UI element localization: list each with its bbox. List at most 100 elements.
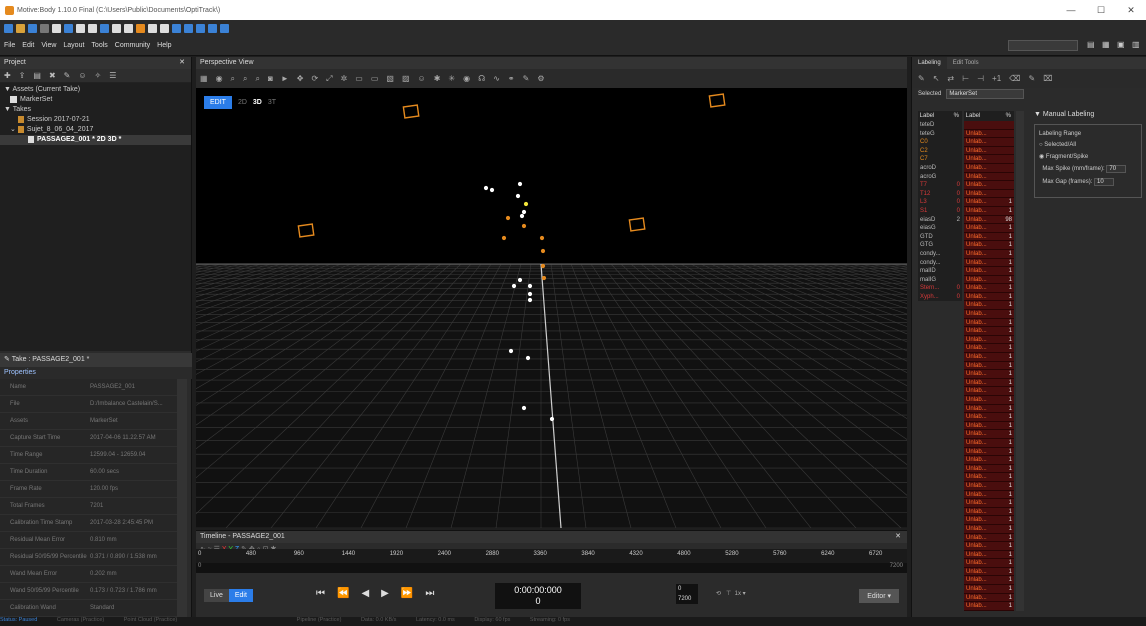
global-icon[interactable]: ▭	[371, 74, 379, 83]
zoom-out-icon[interactable]: ⌕	[256, 74, 260, 84]
link-icon[interactable]: ⚭	[508, 74, 515, 83]
menu-view[interactable]: View	[41, 42, 56, 49]
eraser-icon[interactable]: ⌫	[1009, 74, 1020, 83]
2d-mode-button[interactable]: 2D	[238, 99, 247, 106]
unlabeled-row[interactable]: Unlab... 1	[964, 456, 1014, 465]
visibility-icon[interactable]: ◉	[463, 74, 470, 83]
menu-layout[interactable]: Layout	[63, 42, 84, 49]
clear-icon[interactable]: ⌧	[1043, 74, 1052, 83]
brush-icon[interactable]: ✎	[523, 74, 530, 83]
folder-icon[interactable]: ▤	[33, 71, 41, 80]
3d-viewport[interactable]: EDIT 2D 3D 3T	[196, 88, 907, 528]
align-left-icon[interactable]: ⊢	[962, 74, 969, 83]
unlabeled-row[interactable]: Unlab...	[964, 129, 1014, 139]
unlabeled-row[interactable]: Unlab... 98	[964, 215, 1014, 225]
label-row[interactable]: malID	[918, 267, 962, 276]
layout-icon[interactable]	[160, 23, 169, 33]
label-row[interactable]: GTG	[918, 241, 962, 250]
view5-icon[interactable]	[220, 23, 229, 33]
unlabeled-row[interactable]: Unlab...	[964, 172, 1014, 182]
unlabeled-row[interactable]: Unlab... 1	[964, 284, 1014, 293]
close-icon[interactable]: ✕	[179, 57, 185, 69]
pen-icon[interactable]: ✎	[64, 71, 71, 80]
close-icon[interactable]: ✕	[1116, 0, 1146, 20]
unlabeled-row[interactable]: Unlab... 1	[964, 344, 1014, 354]
save-icon[interactable]	[28, 23, 37, 33]
unlabeled-row[interactable]: Unlab... 1	[964, 473, 1014, 482]
unlabeled-row[interactable]: Unlab... 1	[964, 318, 1014, 328]
unlabeled-row[interactable]: Unlab... 1	[964, 507, 1014, 517]
unlabeled-row[interactable]: Unlab...	[964, 155, 1014, 164]
unlabeled-row[interactable]: Unlab... 1	[964, 335, 1014, 345]
maximize-icon[interactable]: ☐	[1086, 0, 1116, 20]
scale-icon[interactable]: ⤢	[326, 74, 332, 84]
zoom-icon[interactable]: ⌕	[231, 74, 235, 84]
marker-icon[interactable]: ✲	[341, 74, 348, 83]
tree-item-markerset[interactable]: MarkerSet	[0, 95, 191, 105]
unlabeled-row[interactable]: Unlab... 1	[964, 413, 1014, 422]
asset-select[interactable]: MarkerSet	[946, 89, 1025, 99]
unlabeled-row[interactable]: Unlab...	[964, 189, 1014, 199]
label-row[interactable]: C0	[918, 138, 962, 147]
grid-icon[interactable]: ▦	[200, 74, 208, 83]
step-back-icon[interactable]: ⏪	[337, 588, 349, 599]
unlabeled-row[interactable]: Unlab... 1	[964, 567, 1014, 577]
unlabeled-row[interactable]: Unlab...	[964, 163, 1014, 173]
unlabeled-row[interactable]: Unlab...	[964, 146, 1014, 156]
unlabeled-row[interactable]: Unlab... 1	[964, 387, 1014, 396]
range-box[interactable]: 0 7200	[676, 584, 698, 604]
unlabeled-row[interactable]: Unlab... 1	[964, 370, 1014, 379]
unlabeled-row[interactable]: Unlab... 1	[964, 447, 1014, 457]
layout-calibrate-icon[interactable]: ▤	[1087, 40, 1097, 50]
rigid-body-icon[interactable]: ✧	[95, 71, 102, 80]
unlabeled-row[interactable]: Unlab... 1	[964, 224, 1014, 233]
unlabeled-row[interactable]: Unlab... 1	[964, 533, 1014, 543]
list-icon[interactable]: ☰	[109, 71, 116, 80]
tree-item-takes[interactable]: ▼ Takes	[0, 105, 191, 115]
menu-edit[interactable]: Edit	[22, 42, 34, 49]
pen-icon[interactable]: ✎	[1028, 74, 1035, 83]
view3-icon[interactable]	[196, 23, 205, 33]
play-icon[interactable]: ▶	[381, 588, 389, 599]
reconstruct-icon[interactable]	[112, 23, 121, 33]
label-row[interactable]: condy...	[918, 259, 962, 268]
unlabeled-row[interactable]: Unlab... 1	[964, 353, 1014, 362]
video-icon[interactable]: ►	[281, 74, 289, 83]
align-right-icon[interactable]: ⊣	[977, 74, 984, 83]
translate-icon[interactable]: ✥	[297, 74, 304, 83]
unlabeled-row[interactable]: Unlab... 1	[964, 499, 1014, 508]
fit-icon[interactable]: ▧	[386, 74, 394, 83]
unlabeled-row[interactable]: Unlab... 1	[964, 481, 1014, 491]
unlabeled-row[interactable]: Unlab... 1	[964, 198, 1014, 207]
zoom-in-icon[interactable]: ⌕	[243, 74, 247, 84]
layout-edit-icon[interactable]: ▥	[1132, 40, 1142, 50]
cursor-icon[interactable]: ↖	[933, 74, 940, 83]
tab-labeling[interactable]: Labeling	[912, 57, 947, 69]
label-row[interactable]: malIG	[918, 276, 962, 285]
editor-button[interactable]: Editor ▾	[859, 589, 899, 603]
skeleton-icon[interactable]: ☺	[78, 71, 86, 80]
layout-select[interactable]	[1008, 40, 1078, 51]
calibrate-icon[interactable]	[100, 23, 109, 33]
unlabeled-row[interactable]: Unlab... 1	[964, 361, 1014, 371]
max-gap-input[interactable]: 10	[1094, 178, 1115, 186]
properties-scrollbar[interactable]	[177, 379, 187, 617]
label-row[interactable]: Xyph... 0	[918, 293, 962, 302]
unlabeled-row[interactable]: Unlab... 1	[964, 310, 1014, 319]
unlabeled-row[interactable]: Unlab... 1	[964, 301, 1014, 311]
tools-icon[interactable]: ⚙	[537, 74, 544, 83]
asset-icon[interactable]	[124, 23, 133, 33]
label-row[interactable]: S1 0	[918, 207, 962, 216]
brush-icon[interactable]: ✎	[918, 74, 925, 83]
3d-mode-button[interactable]: 3D	[253, 99, 262, 106]
unlabeled-row[interactable]: Unlab... 1	[964, 430, 1014, 439]
skip-start-icon[interactable]: ⏮	[316, 588, 325, 599]
unlabeled-row[interactable]: Unlab... 1	[964, 593, 1014, 603]
label-row[interactable]: acroG	[918, 173, 962, 182]
panel-icon[interactable]	[52, 23, 61, 33]
unlabeled-row[interactable]: Unlab... 1	[964, 249, 1014, 259]
unlabeled-row[interactable]: Unlab... 1	[964, 516, 1014, 525]
label-row[interactable]: teteD	[918, 121, 962, 130]
label-row[interactable]: teteG	[918, 130, 962, 139]
unlabeled-row[interactable]: Unlab... 1	[964, 258, 1014, 268]
